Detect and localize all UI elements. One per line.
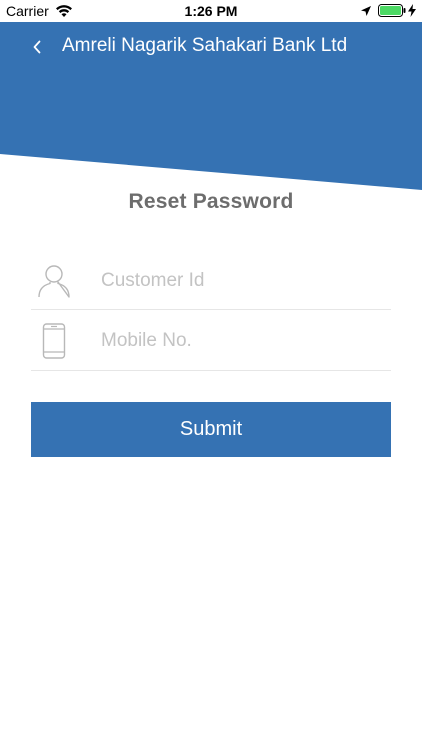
customer-id-field bbox=[31, 252, 391, 310]
customer-id-input[interactable] bbox=[77, 260, 391, 301]
chevron-left-icon bbox=[33, 40, 41, 54]
mobile-icon-wrapper bbox=[31, 322, 77, 359]
location-icon bbox=[361, 5, 371, 16]
battery-icon bbox=[378, 4, 406, 17]
submit-button[interactable]: Submit bbox=[31, 402, 391, 457]
user-icon-wrapper bbox=[31, 263, 77, 299]
mobile-phone-icon bbox=[42, 322, 66, 359]
header-title: Amreli Nagarik Sahakari Bank Ltd bbox=[62, 35, 348, 56]
page-title: Reset Password bbox=[128, 190, 294, 213]
mobile-no-field bbox=[31, 311, 391, 371]
charging-icon bbox=[408, 4, 416, 17]
header: Amreli Nagarik Sahakari Bank Ltd bbox=[0, 22, 422, 190]
user-icon bbox=[38, 264, 70, 298]
status-time: 1:26 PM bbox=[184, 3, 238, 19]
status-right bbox=[360, 4, 416, 17]
mobile-no-input[interactable] bbox=[77, 320, 391, 361]
back-button[interactable] bbox=[24, 34, 50, 60]
status-bar: Carrier 1:26 PM bbox=[0, 0, 422, 22]
